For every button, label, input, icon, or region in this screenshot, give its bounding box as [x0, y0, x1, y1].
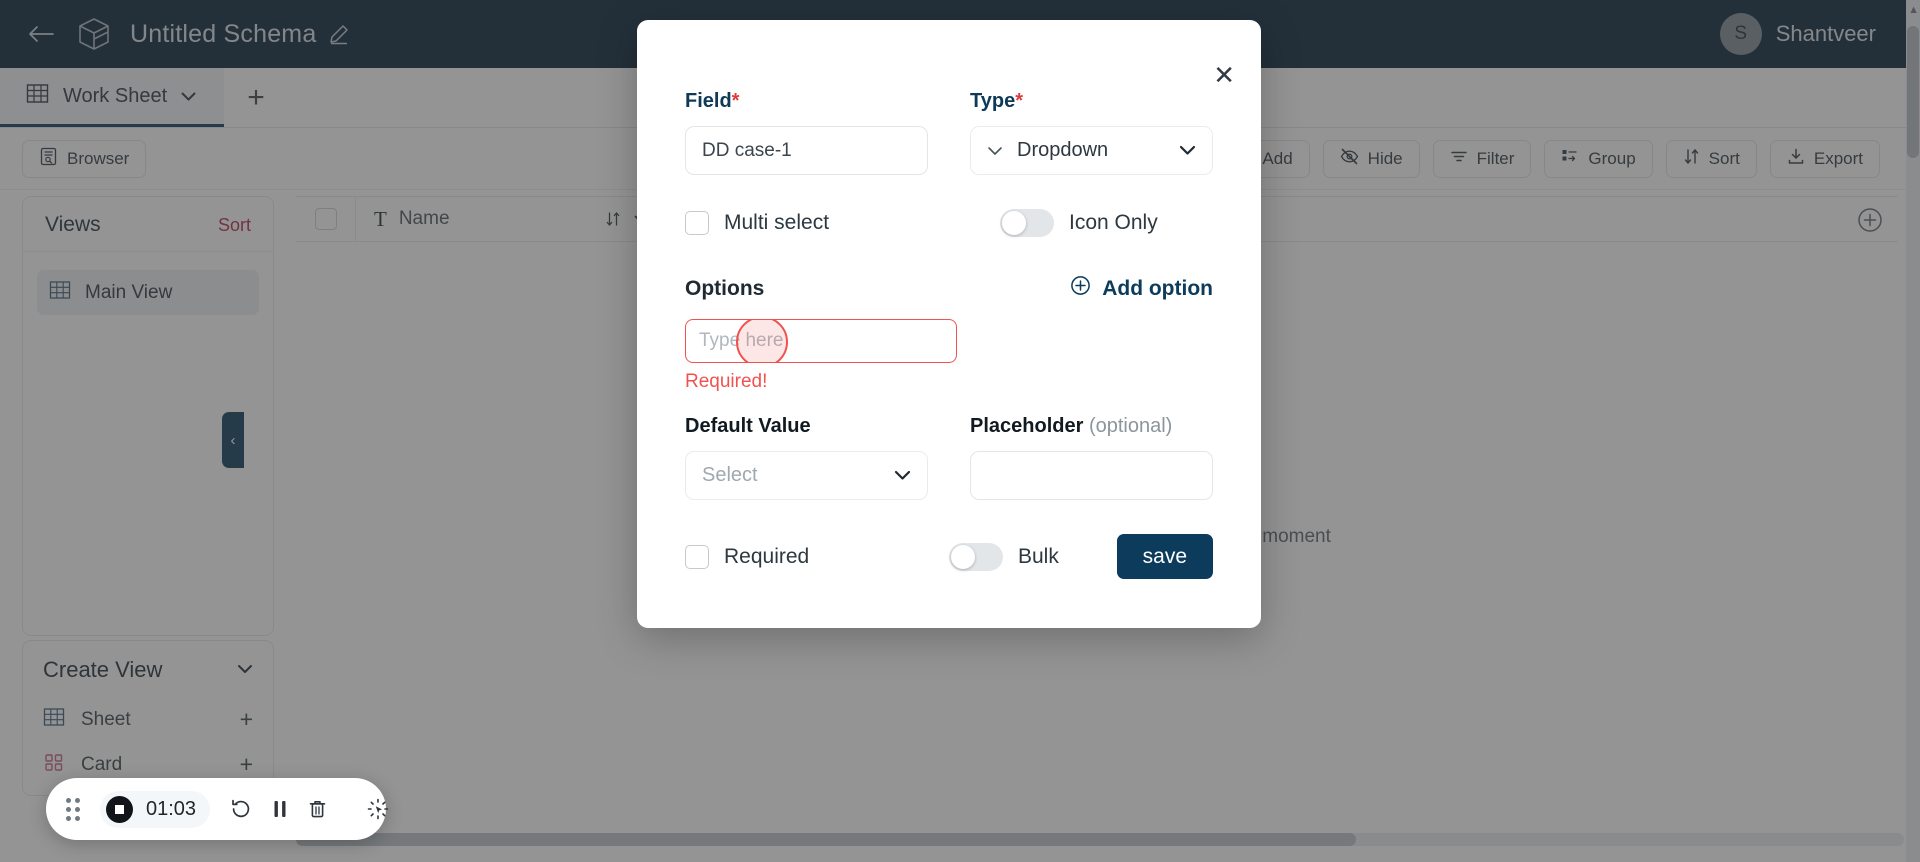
default-value-label: Default Value	[685, 415, 811, 437]
required-checkbox[interactable]	[685, 544, 709, 569]
bulk-label: Bulk	[1018, 544, 1059, 568]
app-root: Untitled Schema S Shantveer Work Sheet +	[0, 0, 1920, 862]
placeholder-input[interactable]	[970, 451, 1213, 500]
option-row	[685, 319, 957, 363]
field-name-input[interactable]	[685, 126, 928, 175]
option-value-input[interactable]	[686, 320, 956, 362]
stop-record-icon	[106, 795, 133, 823]
trash-icon[interactable]	[308, 799, 327, 819]
field-name-group: Field*	[685, 90, 928, 175]
field-label-text: Field	[685, 90, 732, 112]
drag-handle-icon[interactable]	[66, 797, 80, 821]
type-label-text: Type	[970, 90, 1016, 112]
bulk-toggle[interactable]	[949, 542, 1003, 571]
recording-timer: 01:03	[146, 797, 197, 820]
default-value-text: Select	[702, 464, 758, 486]
option-error-message: Required!	[685, 371, 768, 392]
options-header: Options Add option	[685, 275, 1213, 302]
required-label: Required	[724, 544, 810, 568]
placeholder-label-text: Placeholder	[970, 415, 1084, 437]
multi-select-checkbox[interactable]	[685, 211, 709, 235]
chevron-down-icon[interactable]	[894, 464, 911, 487]
save-button[interactable]: save	[1116, 534, 1213, 579]
field-settings-modal: ✕ Field* Type*	[637, 20, 1261, 628]
chevron-down-icon	[987, 139, 1003, 162]
field-type-select[interactable]: Dropdown	[970, 126, 1213, 175]
field-type-group: Type* Dropdown	[970, 90, 1213, 175]
bulk-row[interactable]: Bulk	[949, 542, 1059, 571]
optional-text: (optional)	[1088, 415, 1173, 437]
icon-only-row[interactable]: Icon Only	[940, 209, 1213, 237]
required-asterisk: *	[1015, 90, 1023, 112]
stop-recording-button[interactable]: 01:03	[100, 790, 211, 828]
field-label: Field*	[685, 90, 928, 113]
multi-select-row[interactable]: Multi select	[685, 211, 898, 235]
plus-circle-icon	[1070, 275, 1091, 302]
pause-icon[interactable]	[272, 799, 288, 819]
default-value-group: Default Value Select	[685, 415, 928, 500]
close-icon[interactable]: ✕	[1213, 62, 1235, 88]
icon-only-label: Icon Only	[1069, 211, 1158, 234]
add-option-label: Add option	[1102, 276, 1213, 300]
placeholder-label: Placeholder (optional)	[970, 415, 1213, 438]
restart-icon[interactable]	[230, 798, 252, 820]
options-title: Options	[685, 276, 765, 300]
toggle-knob	[1002, 211, 1026, 235]
placeholder-group: Placeholder (optional)	[970, 415, 1213, 500]
click-highlight-icon[interactable]	[367, 798, 389, 820]
type-label: Type*	[970, 90, 1213, 113]
default-value-select[interactable]: Select	[685, 451, 928, 500]
chevron-down-icon[interactable]	[1179, 139, 1196, 162]
screen-recorder-toolbar: 01:03	[46, 778, 389, 840]
icon-only-toggle[interactable]	[1000, 209, 1054, 237]
toggle-knob	[951, 544, 975, 569]
required-row[interactable]: Required	[685, 544, 921, 569]
add-option-button[interactable]: Add option	[1070, 275, 1213, 302]
field-type-value: Dropdown	[1017, 139, 1109, 161]
required-asterisk: *	[731, 90, 740, 112]
multi-select-label: Multi select	[724, 211, 830, 234]
